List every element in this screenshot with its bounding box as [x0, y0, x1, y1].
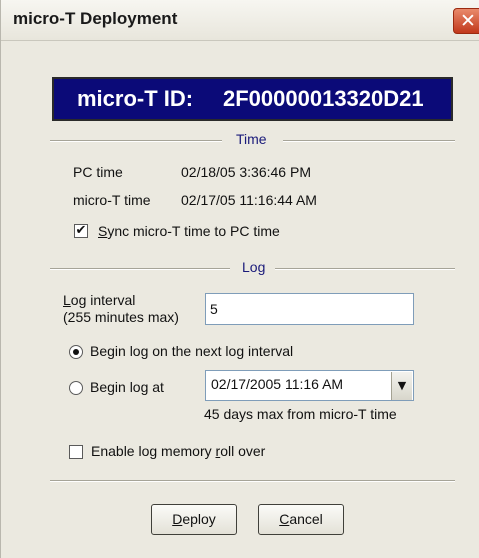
cancel-accel: C	[279, 511, 290, 527]
check-icon: ✔	[75, 223, 87, 238]
log-separator-left	[50, 268, 230, 270]
log-rollover-checkbox[interactable]	[69, 445, 83, 459]
log-interval-label: Log interval	[63, 292, 135, 308]
device-id-banner: micro-T ID: 2F00000013320D21	[52, 77, 453, 121]
cancel-button[interactable]: Cancel	[258, 504, 344, 535]
device-id-label: micro-T ID:	[77, 86, 194, 111]
radio-selected-dot	[73, 349, 79, 355]
log-separator-right	[275, 268, 455, 270]
log-rollover-label-post: oll over	[220, 443, 266, 459]
begin-log-datetime-value: 02/17/2005 11:16 AM	[211, 376, 344, 392]
log-section-title: Log	[242, 259, 266, 275]
begin-log-at-label[interactable]: Begin log at	[90, 379, 164, 395]
begin-next-interval-label[interactable]: Begin log on the next log interval	[90, 343, 293, 359]
begin-log-datetime-picker[interactable]: 02/17/2005 11:16 AM ▼	[205, 370, 414, 401]
deploy-button[interactable]: Deploy	[151, 504, 237, 535]
time-separator-right	[283, 140, 455, 142]
footer-separator	[50, 480, 455, 482]
time-separator-left	[50, 140, 222, 142]
time-section-title: Time	[236, 131, 267, 147]
pc-time-value: 02/18/05 3:36:46 PM	[181, 164, 311, 180]
dialog-title: micro-T Deployment	[13, 9, 178, 28]
log-interval-hint: (255 minutes max)	[63, 309, 179, 325]
close-icon[interactable]: ✕	[453, 8, 479, 34]
pc-time-label: PC time	[73, 164, 123, 180]
title-bar[interactable]: micro-T Deployment ✕	[1, 0, 479, 41]
begin-log-hint: 45 days max from micro-T time	[204, 406, 397, 422]
log-interval-label-rest: og interval	[70, 292, 136, 308]
deploy-label-rest: eploy	[182, 511, 216, 527]
sync-time-label[interactable]: Sync micro-T time to PC time	[98, 223, 280, 239]
dialog-window: micro-T Deployment ✕ micro-T ID: 2F00000…	[0, 0, 479, 558]
log-interval-accel: L	[63, 292, 71, 308]
micro-t-time-label: micro-T time	[73, 192, 151, 208]
sync-time-checkbox[interactable]: ✔	[74, 224, 88, 238]
sync-time-label-rest: ync micro-T time to PC time	[107, 223, 280, 239]
begin-log-at-radio[interactable]	[69, 381, 83, 395]
log-rollover-label-pre: Enable log memory	[91, 443, 216, 459]
device-id-value: 2F00000013320D21	[223, 86, 424, 111]
chevron-down-icon[interactable]: ▼	[391, 372, 412, 400]
cancel-label-rest: ancel	[289, 511, 323, 527]
log-rollover-label[interactable]: Enable log memory roll over	[91, 443, 265, 459]
micro-t-time-value: 02/17/05 11:16:44 AM	[181, 192, 317, 208]
begin-next-interval-radio[interactable]	[69, 345, 83, 359]
sync-time-accel: S	[98, 223, 108, 239]
log-interval-input[interactable]: 5	[205, 293, 414, 325]
deploy-accel: D	[172, 511, 183, 527]
